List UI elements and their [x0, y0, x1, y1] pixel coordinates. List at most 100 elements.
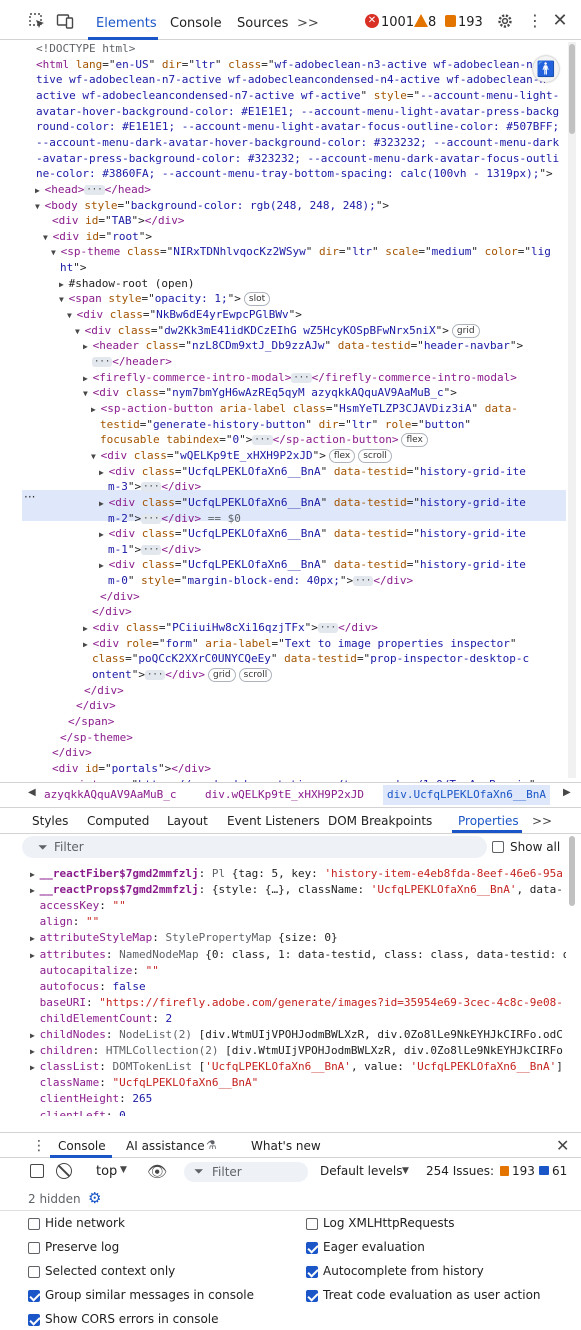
collapsed-triangle-icon[interactable]: ▶ [83, 640, 93, 649]
setting-label[interactable]: Selected context only [45, 1264, 175, 1278]
dom-node-line[interactable]: <html lang="en-US" dir="ltr" class="wf-a… [36, 57, 533, 73]
dom-node-line[interactable]: m-3"> ··· </div> [108, 479, 201, 495]
tab-elements[interactable]: Elements [96, 16, 157, 31]
drawer-tab-whats-new[interactable]: What's new [251, 1139, 321, 1153]
dom-node-line[interactable]: </div> [52, 745, 92, 761]
setting-checkbox[interactable] [306, 1242, 318, 1254]
property-row[interactable]: ▶ attributes: NamedNodeMap {0: class, 1:… [30, 947, 566, 963]
accessibility-icon[interactable]: 🚹 [533, 56, 559, 82]
dom-node-line[interactable]: ▶ <div class="UcfqLPEKLOfaXn6__BnA" data… [99, 464, 526, 480]
property-row[interactable]: accessKey: "" [30, 898, 126, 914]
log-levels-dropdown[interactable]: Default levels [320, 1164, 402, 1178]
dom-node-line[interactable]: ▶ <div class="UcfqLPEKLOfaXn6__BnA" data… [99, 557, 526, 573]
setting-checkbox[interactable] [28, 1242, 40, 1254]
collapsed-triangle-icon[interactable]: ▶ [30, 934, 40, 943]
collapsed-triangle-icon[interactable]: ▶ [99, 468, 109, 477]
dom-node-line[interactable]: <div id="portals"></div> [52, 761, 211, 777]
dom-node-line[interactable]: ▼ <div id="root"> [43, 229, 152, 245]
collapsed-triangle-icon[interactable]: ▶ [30, 886, 40, 895]
collapsed-triangle-icon[interactable]: ▶ [99, 530, 109, 539]
dom-tree[interactable]: <!DOCTYPE html> <html lang="en-US" dir="l… [22, 40, 566, 782]
dom-node-line[interactable]: ▼ <body style="background-color: rgb(248… [35, 198, 389, 214]
tree-scrollbar[interactable] [568, 42, 576, 778]
properties-filter-input[interactable]: ⏷ Filter [22, 836, 487, 858]
breadcrumb-item-selected[interactable]: div.UcfqLPEKLOfaXn6__BnA [383, 785, 550, 805]
setting-checkbox[interactable] [306, 1266, 318, 1278]
expanded-triangle-icon[interactable]: ▼ [43, 233, 53, 242]
dom-node-line[interactable]: ▶ <header class="nzL8CDm9xtJ_Db9zzAJw" d… [83, 338, 523, 354]
setting-label[interactable]: Eager evaluation [323, 1240, 425, 1254]
property-row[interactable]: ▶ attributeStyleMap: StylePropertyMap {s… [30, 930, 338, 946]
layout-badge[interactable]: grid [451, 323, 480, 338]
sidebar-toggle-icon[interactable] [30, 1164, 44, 1178]
expanded-triangle-icon[interactable]: ▼ [51, 248, 61, 257]
expand-ellipsis[interactable]: ··· [141, 482, 162, 493]
property-row[interactable]: clientLeft: 0 [30, 1108, 126, 1117]
tab-layout[interactable]: Layout [167, 814, 208, 828]
collapsed-triangle-icon[interactable]: ▶ [91, 405, 101, 414]
dom-node-line[interactable]: m-0" style="margin-block-end: 40px;"> ···… [108, 573, 413, 589]
collapsed-triangle-icon[interactable]: ▶ [83, 624, 93, 633]
properties-list[interactable]: ▶ __reactFiber$7gmd2mmfzlj: Pl {tag: 5, … [22, 864, 566, 1116]
device-toolbar-icon[interactable] [56, 12, 74, 30]
console-filter-input[interactable]: ⏷ Filter [184, 1162, 308, 1182]
warning-count[interactable]: 8 [428, 15, 436, 30]
expand-ellipsis[interactable]: ··· [84, 184, 105, 195]
dom-node-line[interactable]: testid="generate-history-button" dir="lt… [100, 417, 471, 433]
expanded-triangle-icon[interactable]: ▼ [91, 452, 101, 461]
dom-node-line[interactable]: </span> [68, 714, 114, 730]
dom-node-line[interactable]: ontent"> ··· </div> grid scroll [92, 667, 273, 683]
more-options-icon[interactable]: ⋮ [526, 12, 544, 30]
property-row[interactable]: baseURI: "https://firefly.adobe.com/gene… [30, 995, 563, 1011]
dom-node-line[interactable]: ▼ <div class="nym7bmYgH6wAzREq5qyM azyqk… [83, 385, 457, 401]
setting-label[interactable]: Hide network [45, 1216, 125, 1230]
dom-node-line[interactable]: </div> [84, 683, 124, 699]
property-row[interactable]: childElementCount: 2 [30, 1011, 172, 1027]
issues-info-count[interactable]: 61 [552, 1164, 567, 1178]
setting-checkbox[interactable] [306, 1218, 318, 1230]
setting-checkbox[interactable] [306, 1290, 318, 1302]
layout-badge[interactable]: slot [243, 292, 271, 307]
console-settings-gear-icon[interactable]: ⚙ [88, 1189, 101, 1207]
breadcrumb-item[interactable]: div.wQELKp9tE_xHXH9P2xJD [205, 788, 364, 801]
collapsed-triangle-icon[interactable]: ▶ [30, 1047, 40, 1056]
setting-label[interactable]: Log XMLHttpRequests [323, 1216, 455, 1230]
layout-badge[interactable]: grid [208, 668, 236, 682]
expand-ellipsis[interactable]: ··· [141, 544, 162, 555]
property-row[interactable]: ▶ childNodes: NodeList(2) [div.WtmUIjVPO… [30, 1027, 563, 1043]
dom-node-line[interactable]: ▼ <sp-theme class="NIRxTDNhlvqocKz2WSyw"… [51, 244, 551, 260]
collapsed-triangle-icon[interactable]: ▶ [30, 1031, 40, 1040]
expand-ellipsis[interactable]: ··· [291, 372, 312, 383]
setting-label[interactable]: Show CORS errors in console [45, 1312, 219, 1326]
layout-badge[interactable]: scroll [358, 448, 392, 463]
expanded-triangle-icon[interactable]: ▼ [67, 311, 77, 320]
property-row[interactable]: className: "UcfqLPEKLOfaXn6__BnA" [30, 1075, 259, 1091]
collapsed-triangle-icon[interactable]: ▶ [30, 1063, 40, 1072]
dom-node-line[interactable]: ▶ <div class="PCiiuiHw8cXi16qzjTFx"> ··· <… [83, 620, 378, 636]
expand-ellipsis[interactable]: ··· [92, 357, 113, 367]
dom-node-line[interactable]: ▼ <span style="opacity: 1;"> slot [59, 291, 271, 307]
setting-label[interactable]: Autocomplete from history [323, 1264, 484, 1278]
expand-ellipsis[interactable]: ··· [252, 435, 273, 446]
expand-ellipsis[interactable]: ··· [141, 513, 162, 524]
dom-node-line[interactable]: </div> [76, 698, 116, 714]
dom-node-line[interactable]: ▶ <sp-action-button aria-label class="Hs… [91, 401, 518, 417]
clear-console-icon[interactable] [56, 1163, 72, 1179]
dom-node-line[interactable]: ▼ <div class="NkBw6dE4yrEwpcPGlBWv"> [67, 307, 302, 323]
properties-scrollbar-thumb[interactable] [569, 836, 575, 906]
tab-event-listeners[interactable]: Event Listeners [227, 814, 320, 828]
property-row[interactable]: ▶ children: HTMLCollection(2) [div.WtmUI… [30, 1043, 563, 1059]
breadcrumb-scroll-right-icon[interactable]: ▶ [563, 787, 571, 798]
dom-node-line[interactable]: </div> [92, 604, 132, 620]
property-row[interactable]: ▶ __reactFiber$7gmd2mmfzlj: Pl {tag: 5, … [30, 866, 563, 882]
collapsed-triangle-icon[interactable]: ▶ [99, 561, 109, 570]
show-all-checkbox[interactable] [492, 841, 504, 853]
setting-label[interactable]: Preserve log [45, 1240, 119, 1254]
dom-node-line[interactable]: -avatar-press-background-color: #323232;… [36, 151, 559, 167]
dom-node-line[interactable]: ▶ <div role="form" aria-label="Text to i… [83, 636, 517, 652]
dom-node-line[interactable]: focusable tabindex="0"> ··· </sp-action-bu… [100, 432, 428, 448]
dom-node-line[interactable]: ▶ #shadow-root (open) [59, 276, 194, 292]
settings-gear-icon[interactable] [496, 12, 514, 30]
dom-node-line[interactable]: class="poQCcK2XXrC0UNYCQeEy" data-testid… [92, 651, 529, 667]
dom-node-line[interactable]: ht"> [60, 260, 87, 276]
